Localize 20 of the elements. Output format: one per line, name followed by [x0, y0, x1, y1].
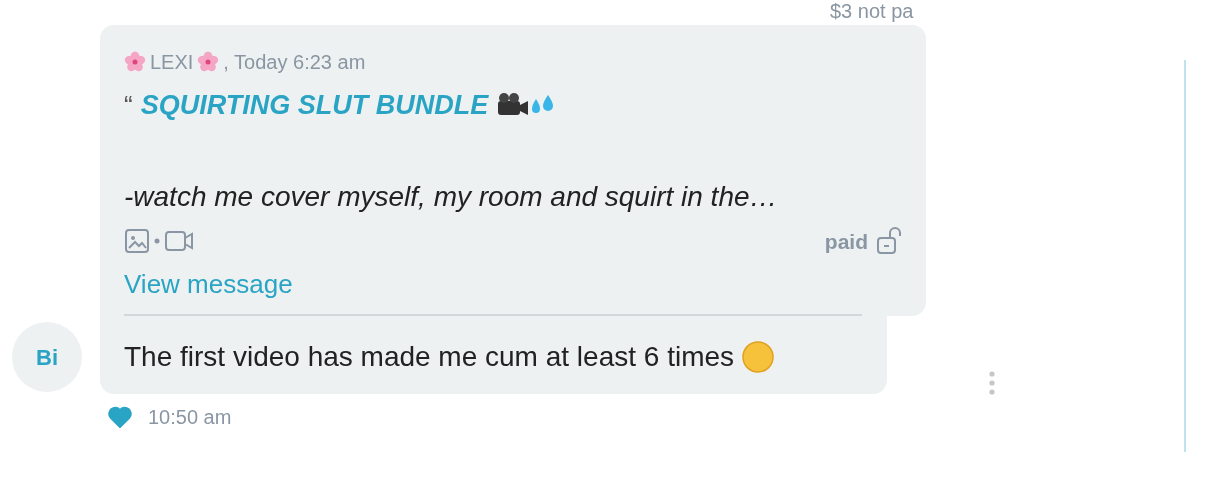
price-note: $3 not pa — [830, 0, 914, 22]
message-text: The first video has made me cum at least 6 times — [124, 340, 735, 374]
unlocked-lock-icon — [876, 226, 902, 257]
image-icon — [124, 228, 150, 255]
quote-mark: “ — [124, 88, 133, 122]
view-message-link[interactable]: View message — [124, 265, 293, 304]
heart-icon[interactable] — [108, 406, 132, 428]
flower-icon — [124, 51, 146, 73]
more-options-icon[interactable] — [988, 370, 996, 396]
paid-status: paid — [824, 228, 868, 255]
video-icon — [164, 229, 194, 254]
message-time: 10:50 am — [148, 405, 232, 430]
bundle-title: SQUIRTING SLUT BUNDLE — [140, 89, 489, 122]
sender-name: LEXI — [150, 50, 194, 75]
dot-icon — [154, 238, 160, 245]
emoji-icon — [742, 341, 775, 373]
avatar: Bi — [12, 322, 82, 392]
message-preview: -watch me cover myself, my room and squirt in the… — [124, 179, 779, 214]
message-time: , Today 6:23 am — [223, 50, 366, 75]
flower-icon — [197, 51, 220, 73]
